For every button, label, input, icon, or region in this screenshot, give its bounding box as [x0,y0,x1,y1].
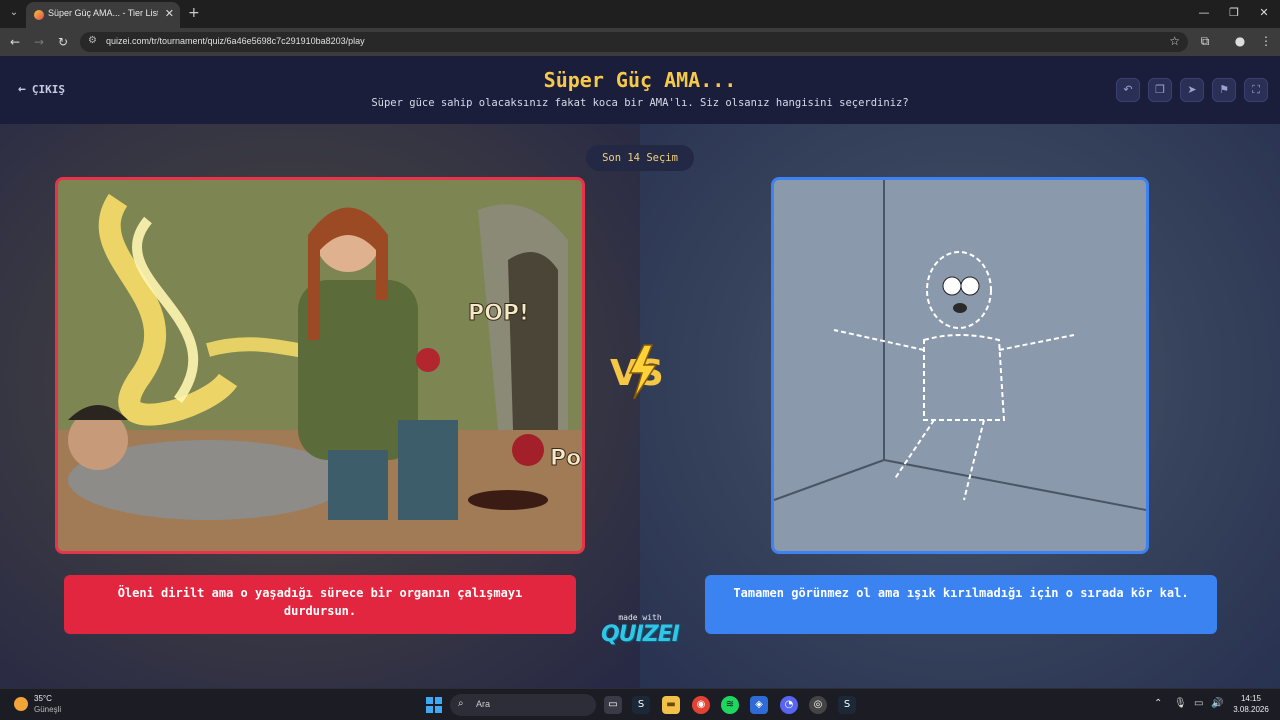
tab-title: Süper Güç AMA... - Tier List, Kö [48,8,158,18]
steam-alt-icon[interactable]: S [838,696,856,714]
tab-close-icon[interactable]: ✕ [165,7,174,20]
extensions-icon[interactable]: ⧉ [1197,34,1213,49]
menu-dots-icon[interactable]: ⋮ [1258,34,1274,48]
report-button[interactable]: ⚑ [1212,78,1236,102]
undo-button[interactable]: ↶ [1116,78,1140,102]
quiz-app: ← ÇIKIŞ Süper Güç AMA... Süper güce sahip… [0,56,1280,688]
windows-start-icon[interactable] [426,697,442,713]
address-bar: ← → ↻ ⚙ quizei.com/tr/tournament/quiz/6a… [0,28,1280,56]
tab-search-icon[interactable]: ⌄ [6,5,22,21]
forward-icon[interactable]: → [31,34,47,50]
invisible-man-illustration [774,180,1146,551]
share-button[interactable]: ➤ [1180,78,1204,102]
weather-temperature: 35°C [34,694,52,703]
new-tab-icon[interactable]: + [188,5,200,21]
copy-button[interactable]: ❐ [1148,78,1172,102]
spotify-icon[interactable]: ≋ [721,696,739,714]
taskbar-search[interactable]: ⌕ Ara [450,694,596,716]
fullscreen-button[interactable]: ⛶ [1244,78,1268,102]
svg-text:POP!: POP! [468,301,529,326]
reload-icon[interactable]: ↻ [55,34,71,50]
quiz-header: ← ÇIKIŞ Süper Güç AMA... Süper güce sahip… [0,56,1280,124]
favicon-icon [34,10,44,20]
choice-stage: Son 14 Seçim POP! Po Öleni dirilt ama o … [0,124,1280,688]
restore-icon[interactable]: ❐ [1224,6,1244,19]
made-with-label: made with [618,613,662,622]
browser-tab-bar: ⌄ Süper Güç AMA... - Tier List, Kö ✕ + —… [0,0,1280,28]
profile-icon[interactable]: ● [1232,34,1248,48]
remaining-choices-badge: Son 14 Seçim [586,145,694,171]
chrome-icon[interactable]: ◉ [692,696,710,714]
left-option-button[interactable]: Öleni dirilt ama o yaşadığı sürece bir o… [64,575,576,634]
flag-icon: ⚑ [1219,83,1229,96]
site-info-icon[interactable]: ⚙ [88,35,97,46]
bookmark-star-icon[interactable]: ☆ [1169,34,1180,48]
monitor-icon[interactable]: ▭ [1194,698,1203,709]
svg-text:Po: Po [550,446,581,471]
close-window-icon[interactable]: ✕ [1254,6,1274,19]
fullscreen-icon: ⛶ [1252,83,1260,96]
weather-sun-icon[interactable] [14,697,28,711]
undo-icon: ↶ [1123,83,1133,96]
browser-tab[interactable]: Süper Güç AMA... - Tier List, Kö ✕ [26,2,180,28]
file-explorer-icon[interactable]: ▬ [662,696,680,714]
discord-icon[interactable]: ◔ [780,696,798,714]
obs-icon[interactable]: ◎ [809,696,827,714]
right-option-image[interactable] [771,177,1149,554]
task-view-icon[interactable]: ▭ [604,696,622,714]
search-placeholder: Ara [476,699,491,709]
tray-chevron-icon[interactable]: ⌃ [1154,698,1162,709]
copy-icon: ❐ [1155,83,1165,96]
send-icon: ➤ [1187,83,1197,96]
minimize-icon[interactable]: — [1194,6,1214,19]
page-subtitle: Süper güce sahip olacaksınız fakat koca … [371,97,909,109]
right-option-button[interactable]: Tamamen görünmez ol ama ışık kırılmadığı… [705,575,1217,634]
back-icon[interactable]: ← [7,34,23,50]
clock-time[interactable]: 14:15 [1226,694,1276,703]
volume-icon[interactable]: 🔊 [1211,698,1223,709]
clock-date[interactable]: 3.08.2026 [1226,705,1276,714]
resurrection-illustration: POP! Po [58,180,582,551]
microphone-icon[interactable]: 🎙 [1174,698,1187,709]
url-text: quizei.com/tr/tournament/quiz/6a46e5698c… [106,36,365,46]
page-title: Süper Güç AMA... [543,68,737,92]
weather-description: Güneşli [34,705,62,714]
network-app-icon[interactable]: ◈ [750,696,768,714]
quizei-logo[interactable]: QUIZEI [596,622,684,647]
search-icon: ⌕ [458,698,464,709]
versus-emblem: VS [610,344,664,400]
url-field[interactable]: ⚙ quizei.com/tr/tournament/quiz/6a46e569… [80,32,1188,52]
steam-icon[interactable]: S [632,696,650,714]
left-option-image[interactable]: POP! Po [55,177,585,554]
os-taskbar: 35°C Güneşli ⌕ Ara ▭ S ▬ ◉ ≋ ◈ ◔ ◎ S ⌃ 🎙… [0,688,1280,720]
